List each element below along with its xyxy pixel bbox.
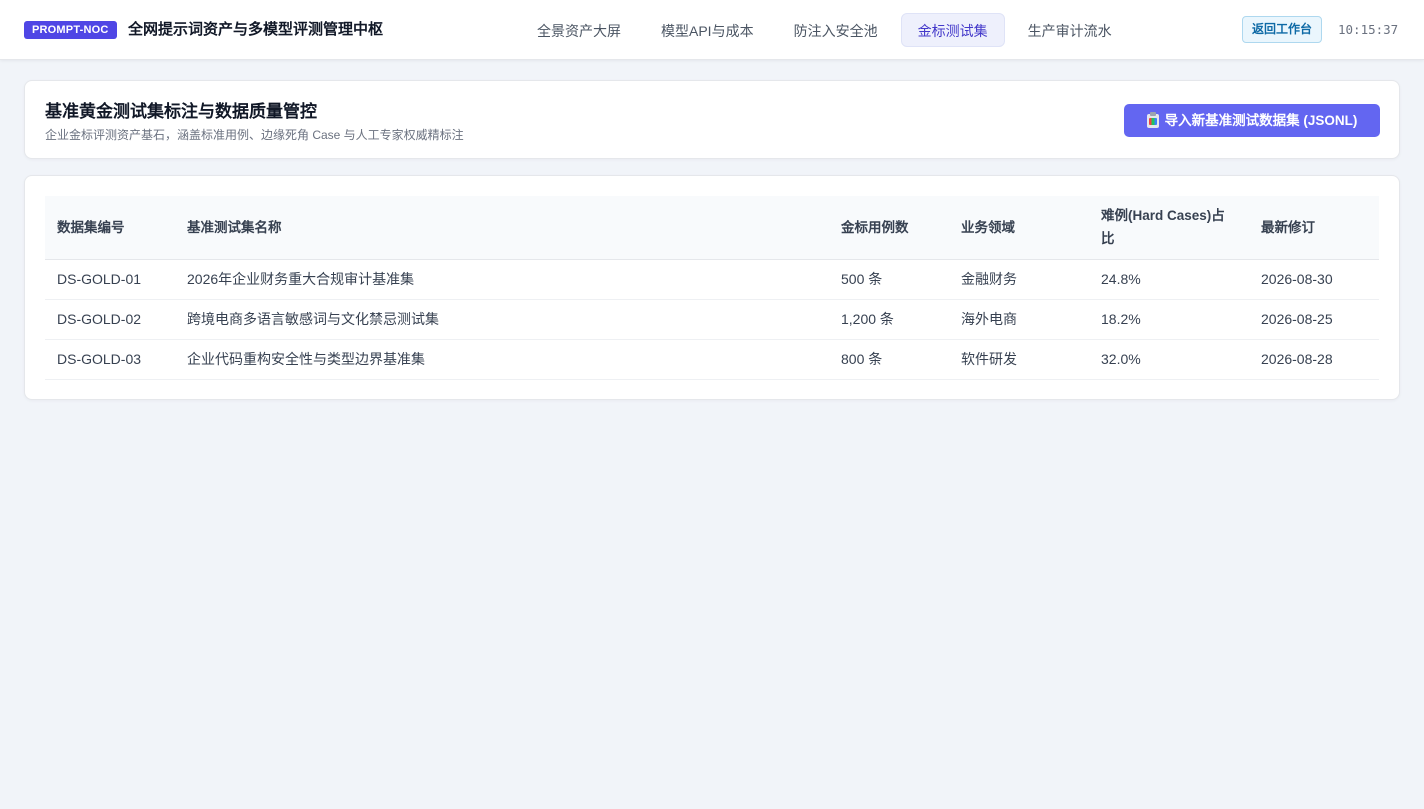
top-bar: PROMPT-NOC 全网提示词资产与多模型评测管理中枢 全景资产大屏 模型AP… <box>0 0 1424 60</box>
cell-case-count: 800 条 <box>829 339 949 380</box>
cell-name: 企业代码重构安全性与类型边界基准集 <box>175 339 829 380</box>
cell-domain: 金融财务 <box>949 259 1089 300</box>
col-header-hard-ratio: 难例(Hard Cases)占比 <box>1089 196 1249 260</box>
cell-case-count: 500 条 <box>829 259 949 300</box>
cell-id: DS-GOLD-01 <box>45 259 175 300</box>
section-title: 基准黄金测试集标注与数据质量管控 <box>45 102 317 121</box>
table-row[interactable]: DS-GOLD-02 跨境电商多语言敏感词与文化禁忌测试集 1,200 条 海外… <box>45 299 1379 340</box>
import-dataset-button[interactable]: 导入新基准测试数据集 (JSONL) <box>1124 104 1380 137</box>
section-header-card: 基准黄金测试集标注与数据质量管控 企业金标评测资产基石，涵盖标准用例、边缘死角 … <box>24 80 1400 159</box>
app-title: 全网提示词资产与多模型评测管理中枢 <box>128 21 384 38</box>
table-header-row: 数据集编号 基准测试集名称 金标用例数 业务领域 难例(Hard Cases)占… <box>45 196 1379 260</box>
cell-id: DS-GOLD-02 <box>45 299 175 340</box>
cell-hard-ratio: 18.2% <box>1089 299 1249 340</box>
import-button-label: 导入新基准测试数据集 (JSONL) <box>1164 113 1358 128</box>
tab-audit-log[interactable]: 生产审计流水 <box>1011 13 1129 47</box>
cell-revised: 2026-08-25 <box>1249 299 1379 340</box>
main-nav: 全景资产大屏 模型API与成本 防注入安全池 金标测试集 生产审计流水 <box>520 13 1129 47</box>
tab-gold-testset[interactable]: 金标测试集 <box>900 13 1005 47</box>
cell-hard-ratio: 32.0% <box>1089 339 1249 380</box>
table-row[interactable]: DS-GOLD-03 企业代码重构安全性与类型边界基准集 800 条 软件研发 … <box>45 339 1379 380</box>
col-header-case-count: 金标用例数 <box>829 196 949 260</box>
tab-overview[interactable]: 全景资产大屏 <box>520 13 638 47</box>
brand-badge: PROMPT-NOC <box>24 21 117 39</box>
table-row[interactable]: DS-GOLD-01 2026年企业财务重大合规审计基准集 500 条 金融财务… <box>45 259 1379 300</box>
tab-model-api-cost[interactable]: 模型API与成本 <box>644 13 771 47</box>
cell-name: 跨境电商多语言敏感词与文化禁忌测试集 <box>175 299 829 340</box>
cell-case-count: 1,200 条 <box>829 299 949 340</box>
cell-hard-ratio: 24.8% <box>1089 259 1249 300</box>
clipboard-icon <box>1146 111 1159 128</box>
section-subtitle: 企业金标评测资产基石，涵盖标准用例、边缘死角 Case 与人工专家权威精标注 <box>45 128 464 142</box>
clock: 10:15:37 <box>1338 22 1399 37</box>
col-header-name: 基准测试集名称 <box>175 196 829 260</box>
dataset-table-card: 数据集编号 基准测试集名称 金标用例数 业务领域 难例(Hard Cases)占… <box>24 175 1400 400</box>
col-header-id: 数据集编号 <box>45 196 175 260</box>
col-header-domain: 业务领域 <box>949 196 1089 260</box>
back-to-workbench-button[interactable]: 返回工作台 <box>1242 16 1323 43</box>
cell-domain: 海外电商 <box>949 299 1089 340</box>
dataset-table: 数据集编号 基准测试集名称 金标用例数 业务领域 难例(Hard Cases)占… <box>45 196 1379 380</box>
cell-id: DS-GOLD-03 <box>45 339 175 380</box>
cell-revised: 2026-08-30 <box>1249 259 1379 300</box>
cell-domain: 软件研发 <box>949 339 1089 380</box>
cell-revised: 2026-08-28 <box>1249 339 1379 380</box>
tab-injection-security[interactable]: 防注入安全池 <box>777 13 895 47</box>
cell-name: 2026年企业财务重大合规审计基准集 <box>175 259 829 300</box>
col-header-revised: 最新修订 <box>1249 196 1379 260</box>
